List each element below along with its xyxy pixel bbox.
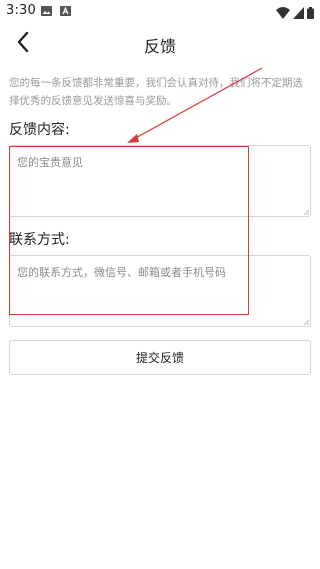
title-bar: 反馈 [0,22,320,66]
a-notification-icon [60,6,71,16]
feedback-content-label: 反馈内容: [9,122,70,138]
feedback-content-box [9,145,311,217]
wifi-icon [276,4,290,23]
intro-text: 您的每一条反馈都非常重要，我们会认真对待，我们将不定期选择优秀的反馈意见发送惊喜… [9,77,303,107]
contact-input[interactable] [10,256,310,326]
submit-feedback-button[interactable]: 提交反馈 [9,340,311,375]
contact-box [9,255,311,327]
image-notification-icon [41,6,52,16]
battery-icon [307,4,314,23]
page-title: 反馈 [143,37,176,56]
cell-signal-icon [293,4,304,23]
contact-label: 联系方式: [9,232,70,248]
status-bar: 3:30 [0,0,320,22]
system-icons [276,4,314,23]
feedback-screen: 3:30 反馈 您的每一条反馈都非常重要，我们会认真对待，我们将不定期选择优秀的… [0,0,320,569]
status-time: 3:30 [6,3,36,18]
feedback-content-input[interactable] [10,146,310,216]
